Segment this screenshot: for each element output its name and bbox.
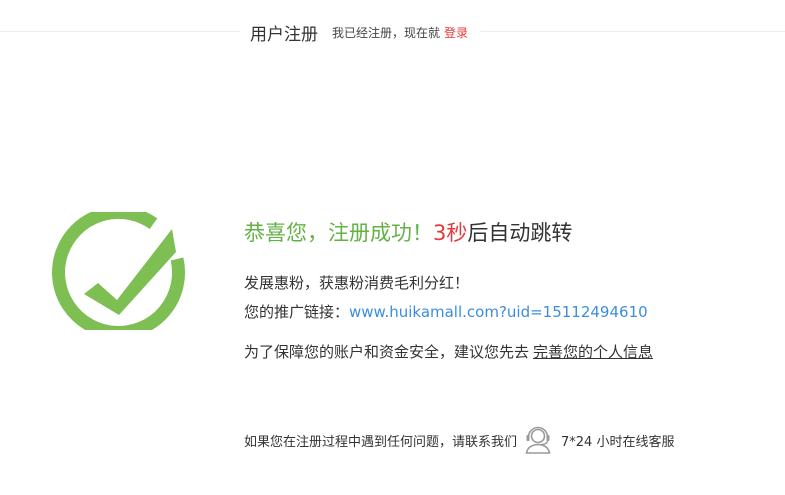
success-heading: 恭喜您，注册成功！3秒后自动跳转: [244, 218, 572, 248]
header-title-group: 用户注册 我已经注册，现在就 登录: [240, 18, 481, 46]
redirect-countdown: 3秒: [433, 221, 468, 245]
promotion-text: 发展惠粉，获惠粉消费毛利分红！: [244, 274, 470, 292]
redirect-message: 后自动跳转: [467, 221, 573, 245]
customer-service-icon[interactable]: [523, 425, 553, 455]
promo-link-row: 您的推广链接：www.huikamall.com?uid=15112494610: [244, 302, 648, 322]
page-title: 用户注册: [250, 24, 318, 45]
already-registered-note: 我已经注册，现在就: [332, 25, 441, 40]
help-footer: 如果您在注册过程中遇到任何问题，请联系我们 7*24 小时在线客服: [244, 424, 674, 456]
login-link[interactable]: 登录: [444, 24, 468, 41]
security-advice-row: 为了保障您的账户和资金安全，建议您先去 完善您的个人信息: [244, 342, 653, 362]
success-message: 恭喜您，注册成功！: [244, 221, 433, 245]
promo-link[interactable]: www.huikamall.com?uid=15112494610: [349, 303, 648, 321]
success-check-icon: [52, 212, 186, 330]
page-header: 用户注册 我已经注册，现在就 登录: [0, 0, 785, 60]
complete-profile-link[interactable]: 完善您的个人信息: [533, 343, 653, 361]
promo-link-label: 您的推广链接：: [244, 303, 350, 321]
service-hours: 7*24 小时在线客服: [561, 434, 675, 450]
security-advice-text: 为了保障您的账户和资金安全，建议您先去: [244, 343, 530, 361]
help-text: 如果您在注册过程中遇到任何问题，请联系我们: [244, 434, 518, 450]
